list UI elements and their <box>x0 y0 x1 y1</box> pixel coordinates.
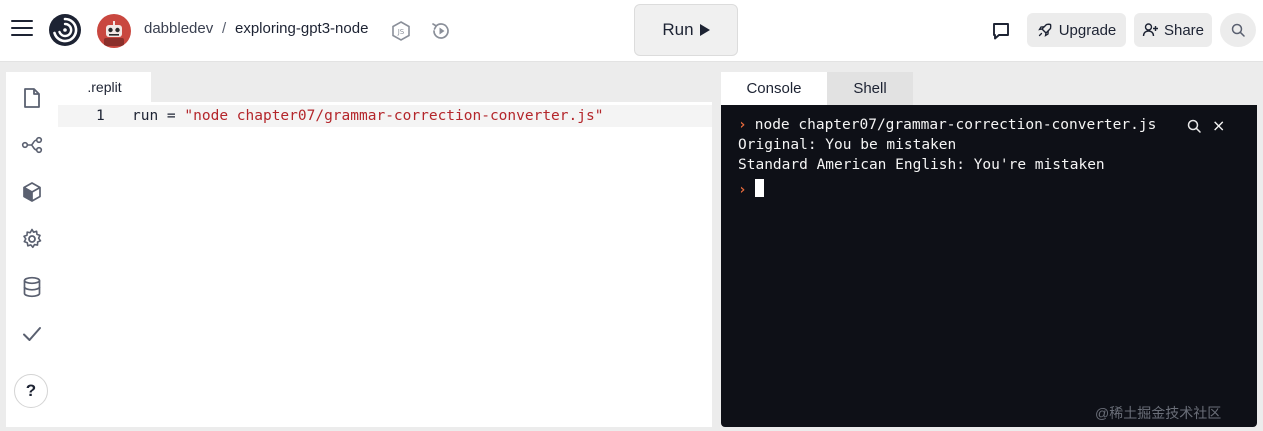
checkmark-icon[interactable] <box>20 322 44 346</box>
text-cursor <box>754 179 764 197</box>
share-button[interactable]: Share <box>1134 13 1212 47</box>
search-icon <box>1231 23 1245 37</box>
tab-replit-file[interactable]: .replit <box>58 72 151 102</box>
close-icon[interactable]: × <box>1212 116 1225 135</box>
robot-avatar-icon <box>104 21 124 46</box>
code-editor[interactable]: 1 run = "node chapter07/grammar-correcti… <box>58 102 712 427</box>
share-label: Share <box>1163 21 1205 39</box>
console-input-line[interactable]: › <box>738 179 764 198</box>
help-button[interactable]: ? <box>14 374 48 408</box>
svg-text:JS: JS <box>397 28 405 36</box>
breadcrumb-separator: / <box>222 20 227 37</box>
chat-icon[interactable] <box>990 20 1012 42</box>
prompt-symbol: › <box>738 182 747 198</box>
console-output-line: Original: You be mistaken <box>738 137 957 153</box>
run-label: Run <box>662 20 694 39</box>
editor-tab-bar <box>58 72 712 102</box>
console-command-line: › node chapter07/grammar-correction-conve… <box>738 117 1156 133</box>
replit-logo[interactable] <box>48 13 82 47</box>
breadcrumb-user[interactable]: dabbledev <box>144 20 213 37</box>
prompt-symbol: › <box>738 117 747 133</box>
code-operator: = <box>158 108 185 124</box>
upgrade-label: Upgrade <box>1058 21 1117 39</box>
packages-icon[interactable] <box>20 180 44 204</box>
settings-icon[interactable] <box>20 227 44 251</box>
left-sidebar: ? <box>6 72 58 427</box>
code-line[interactable]: run = "node chapter07/grammar-correction… <box>132 108 603 124</box>
rocket-icon <box>1037 23 1052 37</box>
menu-icon[interactable] <box>11 20 33 38</box>
tab-shell[interactable]: Shell <box>827 72 913 105</box>
console-command: node chapter07/grammar-correction-conver… <box>754 117 1157 133</box>
version-control-icon[interactable] <box>20 133 44 157</box>
avatar[interactable] <box>97 14 131 48</box>
console-output[interactable]: › node chapter07/grammar-correction-conve… <box>721 105 1257 427</box>
nodejs-icon[interactable]: JS <box>389 19 413 43</box>
play-icon <box>699 24 710 36</box>
watermark: @稀土掘金技术社区 <box>1095 405 1222 421</box>
add-user-icon <box>1142 23 1158 37</box>
search-button[interactable] <box>1220 13 1256 47</box>
console-search-icon[interactable] <box>1187 119 1201 133</box>
upgrade-button[interactable]: Upgrade <box>1027 13 1126 47</box>
tab-console[interactable]: Console <box>721 72 827 105</box>
code-key: run <box>132 108 159 124</box>
database-icon[interactable] <box>20 275 44 299</box>
files-icon[interactable] <box>20 86 44 110</box>
line-number: 1 <box>96 108 105 124</box>
code-string: "node chapter07/grammar-correction-conve… <box>184 108 604 124</box>
top-bar: dabbledev / exploring-gpt3-node JS Run U… <box>0 0 1263 62</box>
history-icon[interactable] <box>429 19 453 43</box>
breadcrumb-repl-name[interactable]: exploring-gpt3-node <box>235 20 368 37</box>
console-output-line: Standard American English: You're mistak… <box>738 157 1105 173</box>
run-button[interactable]: Run <box>634 4 738 56</box>
